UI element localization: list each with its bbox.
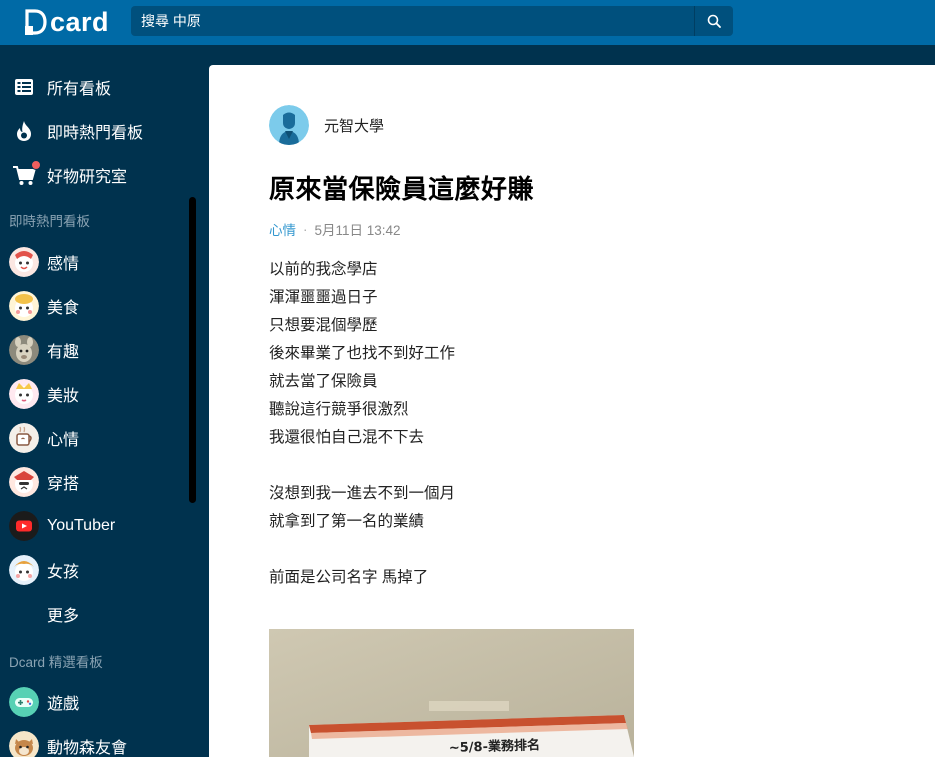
post-author[interactable]: 元智大學 xyxy=(269,105,384,145)
sidebar-item-all-boards[interactable]: 所有看板 xyxy=(0,65,190,109)
featured-boards-section-title: Dcard 精選看板 xyxy=(9,655,103,670)
board-label: 更多 xyxy=(47,608,80,625)
post-line: 就去當了保險員 xyxy=(269,373,378,390)
hot-boards-section-title: 即時熱門看板 xyxy=(9,214,90,229)
post-line: 以前的我念學店 xyxy=(269,261,378,278)
post-image[interactable]: ~5/8-業務排名 xyxy=(269,629,634,757)
animal-crossing-board-avatar-icon xyxy=(9,731,39,757)
board-label: 女孩 xyxy=(47,564,80,581)
board-label: 美食 xyxy=(47,300,80,317)
board-label: 美妝 xyxy=(47,388,80,405)
sidebar-scrollbar[interactable] xyxy=(189,197,196,503)
post-panel: 元智大學 原來當保險員這麼好賺 心情 · 5月11日 13:42 以前的我念學店… xyxy=(209,65,935,757)
dressup-board-avatar-icon xyxy=(9,467,39,497)
board-label: 遊戲 xyxy=(47,696,80,713)
search-input[interactable] xyxy=(131,6,694,36)
dcard-logo[interactable]: card xyxy=(25,7,109,37)
post-line: 沒想到我一進去不到一個月 xyxy=(269,485,456,502)
top-bar: card xyxy=(0,0,935,45)
sidebar-item-hot-boards[interactable]: 即時熱門看板 xyxy=(0,109,190,153)
post-title: 原來當保險員這麼好賺 xyxy=(269,174,535,204)
board-label: YouTuber xyxy=(47,517,116,534)
more-placeholder xyxy=(9,599,39,629)
post-forum-link[interactable]: 心情 xyxy=(269,219,296,239)
post-line: 渾渾噩噩過日子 xyxy=(269,289,378,306)
post-line: 後來畢業了也找不到好工作 xyxy=(269,345,456,362)
mood-board-avatar-icon xyxy=(9,423,39,453)
board-label: 心情 xyxy=(47,432,80,449)
author-avatar-icon xyxy=(269,105,309,145)
post-line xyxy=(269,452,869,480)
sidebar-item-goods-lab[interactable]: 好物研究室 xyxy=(0,153,190,197)
list-icon xyxy=(12,75,36,99)
board-item-funny[interactable]: 有趣 xyxy=(0,328,190,372)
post-line: 只想要混個學歷 xyxy=(269,317,378,334)
search-button[interactable] xyxy=(694,6,733,36)
post-timestamp: 5月11日 13:42 xyxy=(314,223,401,238)
cart-icon xyxy=(12,160,41,187)
game-controller-icon xyxy=(9,687,39,717)
board-item-animal-crossing[interactable]: 動物森友會 xyxy=(0,724,190,757)
author-name: 元智大學 xyxy=(324,117,385,135)
makeup-board-avatar-icon xyxy=(9,379,39,409)
board-item-makeup[interactable]: 美妝 xyxy=(0,372,190,416)
meta-separator: · xyxy=(303,221,308,237)
board-item-relationship[interactable]: 感情 xyxy=(0,240,190,284)
sidebar-item-label: 好物研究室 xyxy=(47,169,128,186)
post-meta: 心情 · 5月11日 13:42 xyxy=(269,219,401,239)
board-label: 動物森友會 xyxy=(47,740,128,757)
fire-icon xyxy=(12,119,36,143)
post-line: 聽說這行競爭很激烈 xyxy=(269,401,409,418)
board-item-youtuber[interactable]: YouTuber xyxy=(0,504,190,548)
sidebar-item-label: 即時熱門看板 xyxy=(47,125,144,142)
sidebar-item-more[interactable]: 更多 xyxy=(0,592,190,636)
board-item-dressup[interactable]: 穿搭 xyxy=(0,460,190,504)
board-label: 穿搭 xyxy=(47,476,80,493)
sidebar: 所有看板 即時熱門看板 好物研究室 即時熱門看板 感情 美食 有趣 美妝 心情 … xyxy=(0,45,209,757)
post-line: 前面是公司名字 馬掉了 xyxy=(269,569,429,586)
dcard-logo-text: card xyxy=(50,7,110,37)
board-item-game[interactable]: 遊戲 xyxy=(0,680,190,724)
notification-dot xyxy=(31,160,41,170)
board-item-food[interactable]: 美食 xyxy=(0,284,190,328)
board-label: 感情 xyxy=(47,256,80,273)
search-icon xyxy=(707,14,721,28)
sidebar-item-label: 所有看板 xyxy=(47,81,112,98)
funny-board-avatar-icon xyxy=(9,335,39,365)
post-line xyxy=(269,536,869,564)
board-item-mood[interactable]: 心情 xyxy=(0,416,190,460)
post-content: 以前的我念學店 渾渾噩噩過日子 只想要混個學歷 後來畢業了也找不到好工作 就去當… xyxy=(269,256,869,592)
post-line: 我還很怕自己混不下去 xyxy=(269,429,425,446)
girl-board-avatar-icon xyxy=(9,555,39,585)
dcard-logo-mark-icon xyxy=(25,9,47,35)
board-item-girl[interactable]: 女孩 xyxy=(0,548,190,592)
post-line: 就拿到了第一名的業績 xyxy=(269,513,425,530)
board-label: 有趣 xyxy=(47,344,80,361)
search-bar xyxy=(131,6,733,36)
youtube-icon xyxy=(9,511,39,541)
relationship-board-avatar-icon xyxy=(9,247,39,277)
food-board-avatar-icon xyxy=(9,291,39,321)
image-caption-text: ~5/8-業務排名 xyxy=(449,737,541,756)
